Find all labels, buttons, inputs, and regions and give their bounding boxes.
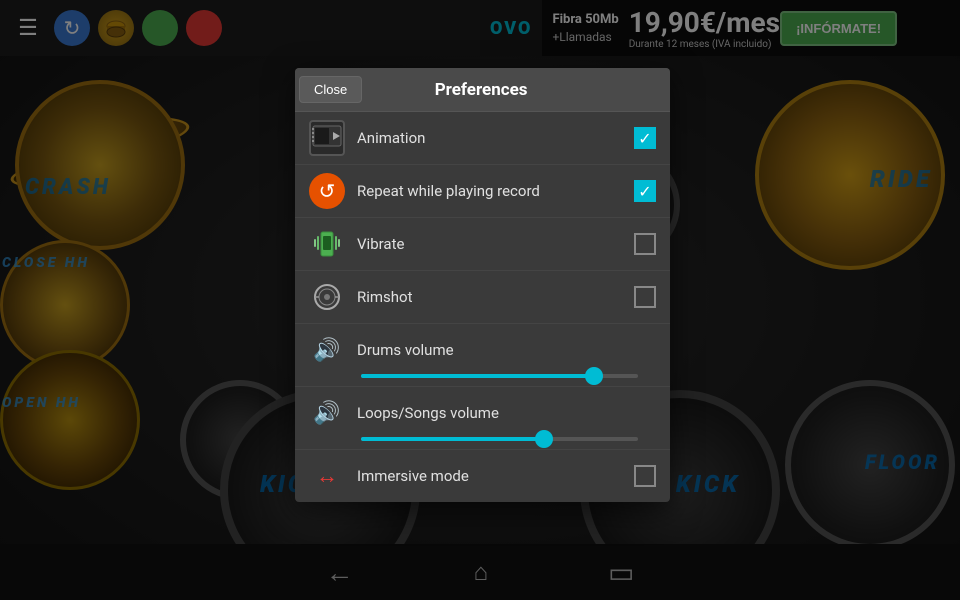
dialog-title: Preferences <box>362 80 600 100</box>
animation-icon <box>309 120 345 156</box>
drums-volume-icon: 🔊 <box>309 332 345 368</box>
preferences-dialog: Close Preferences Animation ✓ ↺ Repeat w… <box>295 68 670 502</box>
drums-volume-row: 🔊 Drums volume <box>295 324 670 387</box>
volume-purple-icon: 🔊 <box>313 401 340 426</box>
loops-volume-label: Loops/Songs volume <box>357 404 656 422</box>
immersive-icon: ↔ <box>309 458 345 494</box>
repeat-checkmark-icon: ✓ <box>638 182 651 201</box>
vibrate-preference[interactable]: Vibrate <box>295 218 670 271</box>
drums-volume-slider[interactable] <box>361 374 638 378</box>
checkmark-icon: ✓ <box>638 129 651 148</box>
rimshot-preference[interactable]: Rimshot <box>295 271 670 324</box>
repeat-preference[interactable]: ↺ Repeat while playing record ✓ <box>295 165 670 218</box>
rimshot-checkbox[interactable] <box>634 286 656 308</box>
animation-label: Animation <box>357 129 634 147</box>
drums-volume-thumb[interactable] <box>585 367 603 385</box>
vibrate-icon <box>309 226 345 262</box>
immersive-preference[interactable]: ↔ Immersive mode <box>295 450 670 502</box>
loops-volume-thumb[interactable] <box>535 430 553 448</box>
rimshot-icon <box>309 279 345 315</box>
repeat-checkbox[interactable]: ✓ <box>634 180 656 202</box>
rimshot-label: Rimshot <box>357 288 634 306</box>
loops-volume-header: 🔊 Loops/Songs volume <box>309 395 656 431</box>
dialog-header: Close Preferences <box>295 68 670 112</box>
immersive-label: Immersive mode <box>357 467 634 485</box>
immersive-checkbox[interactable] <box>634 465 656 487</box>
animation-preference[interactable]: Animation ✓ <box>295 112 670 165</box>
loops-volume-fill <box>361 437 544 441</box>
drums-volume-header: 🔊 Drums volume <box>309 332 656 368</box>
drums-volume-fill <box>361 374 594 378</box>
vibrate-checkbox[interactable] <box>634 233 656 255</box>
vibrate-label: Vibrate <box>357 235 634 253</box>
drums-volume-label: Drums volume <box>357 341 656 359</box>
close-button[interactable]: Close <box>299 76 362 103</box>
repeat-icon: ↺ <box>309 173 345 209</box>
loops-volume-icon: 🔊 <box>309 395 345 431</box>
loops-volume-row: 🔊 Loops/Songs volume <box>295 387 670 450</box>
repeat-label: Repeat while playing record <box>357 182 634 200</box>
animation-checkbox[interactable]: ✓ <box>634 127 656 149</box>
loops-volume-slider[interactable] <box>361 437 638 441</box>
volume-blue-icon: 🔊 <box>313 338 340 363</box>
